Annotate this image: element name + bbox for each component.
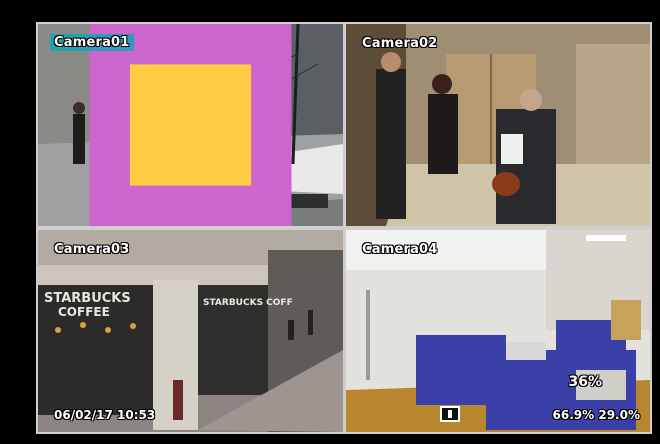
dvr-monitor: Camera01 Camera02 STARBUCKS COFFEE STARB… [0, 0, 660, 444]
status-percentage-large: 36% [568, 374, 602, 390]
camera-2-label: Camera02 [362, 36, 438, 51]
starbucks-sign-right: STARBUCKS COFF [203, 298, 293, 308]
record-icon[interactable] [440, 406, 460, 422]
camera-4-label: Camera04 [362, 242, 438, 257]
camera-3-feed: STARBUCKS COFFEE STARBUCKS COFF [38, 230, 343, 432]
starbucks-sign-left-2: COFFEE [58, 305, 110, 319]
camera-tile-2[interactable]: Camera02 [346, 24, 650, 226]
camera-1-label: Camera01 [50, 34, 134, 51]
camera-status-icon [89, 24, 292, 226]
camera-4-feed [346, 230, 650, 432]
status-percentage-small: 66.9% 29.0% [552, 408, 640, 422]
timestamp: 06/02/17 10:53 [54, 408, 156, 422]
camera-2-feed [346, 24, 650, 226]
camera-tile-1[interactable]: Camera01 [38, 24, 343, 226]
camera-grid: Camera01 Camera02 STARBUCKS COFFEE STARB… [36, 22, 652, 434]
camera-tile-4[interactable]: Camera04 36% 66.9% 29.0% [346, 230, 650, 432]
starbucks-sign-left: STARBUCKS [44, 291, 131, 306]
camera-tile-3[interactable]: STARBUCKS COFFEE STARBUCKS COFF Camera03… [38, 230, 343, 432]
camera-3-label: Camera03 [54, 242, 130, 257]
